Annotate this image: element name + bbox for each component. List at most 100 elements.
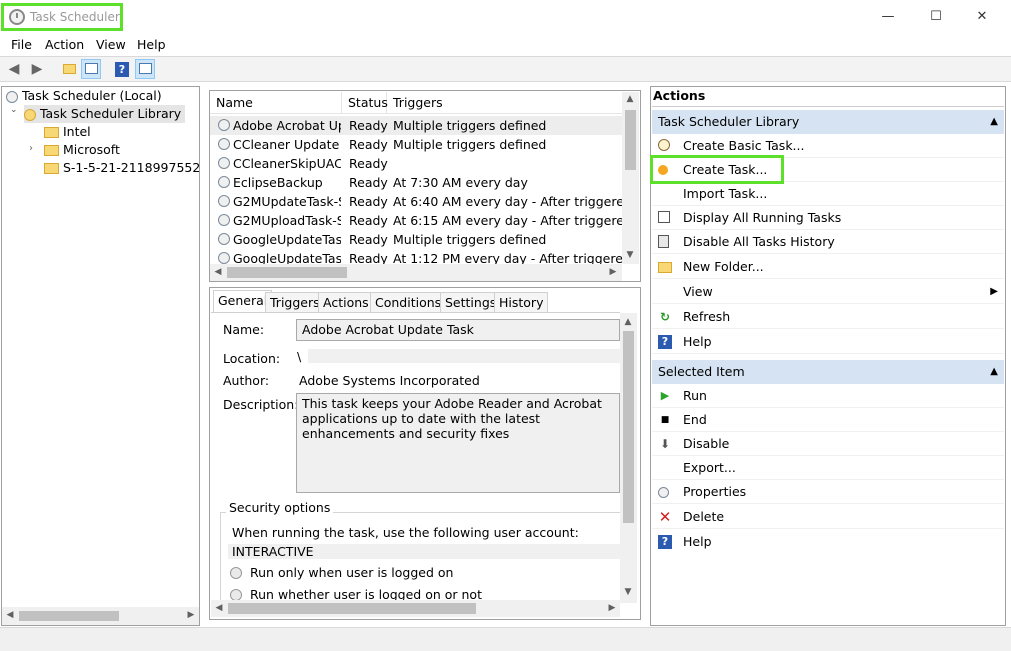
action-view[interactable]: View ▶ (652, 280, 1004, 304)
action-label: Help (683, 334, 712, 349)
scroll-right-icon[interactable]: ▶ (183, 610, 199, 620)
folder-icon (44, 145, 59, 156)
task-clock-icon (218, 233, 230, 245)
radio-logged-on[interactable] (230, 567, 242, 579)
tree-item-intel[interactable]: Intel (44, 123, 91, 141)
tree-item-label: Microsoft (62, 142, 120, 157)
scroll-thumb[interactable] (227, 267, 347, 278)
scroll-up-icon[interactable]: ▲ (620, 317, 636, 327)
details-vscrollbar[interactable]: ▲ ▼ (620, 313, 637, 603)
table-row[interactable]: CCleanerSkipUAC Ready (210, 154, 622, 173)
table-row[interactable]: G2MUpdateTask-S... Ready At 6:40 AM ever… (210, 192, 622, 211)
scroll-right-icon[interactable]: ▶ (604, 603, 620, 613)
task-clock-icon (218, 195, 230, 207)
scroll-right-icon[interactable]: ▶ (605, 267, 621, 277)
task-clock-icon (218, 119, 230, 131)
action-label: End (683, 412, 707, 427)
tree-hscrollbar[interactable]: ◀ ▶ (2, 607, 199, 625)
description-field[interactable]: This task keeps your Adobe Reader and Ac… (296, 393, 620, 493)
action-properties[interactable]: Properties (652, 480, 1004, 504)
back-arrow-icon[interactable]: ◀ (4, 59, 24, 79)
task-name-field[interactable]: Adobe Acrobat Update Task (296, 319, 620, 341)
scroll-left-icon[interactable]: ◀ (210, 267, 226, 277)
col-triggers[interactable]: Triggers (387, 92, 622, 113)
menu-file[interactable]: File (11, 37, 32, 52)
collapse-caret-icon[interactable]: ▲ (990, 360, 998, 384)
chevron-right-icon[interactable]: › (29, 143, 33, 154)
collapse-caret-icon[interactable]: ▲ (990, 110, 998, 134)
action-end[interactable]: ■ End (652, 408, 1004, 432)
tree-item-label: S-1-5-21-2118997552-150 (62, 160, 199, 175)
action-delete[interactable]: ✕ Delete (652, 505, 1004, 529)
show-hide-action-pane-icon[interactable] (135, 59, 155, 79)
action-run[interactable]: ▶ Run (652, 384, 1004, 408)
table-row[interactable]: CCleaner Update Ready Multiple triggers … (210, 135, 622, 154)
action-label: Refresh (683, 309, 731, 324)
section-task-scheduler-library[interactable]: Task Scheduler Library ▲ (652, 110, 1004, 134)
action-label: Export... (683, 460, 736, 475)
tab-general[interactable]: General (213, 290, 273, 313)
action-help-selected[interactable]: ? Help (652, 530, 1004, 554)
col-status[interactable]: Status (342, 92, 388, 113)
table-row[interactable]: Adobe Acrobat Up... Ready Multiple trigg… (210, 116, 622, 135)
section-selected-item[interactable]: Selected Item ▲ (652, 360, 1004, 384)
action-export[interactable]: Export... (652, 456, 1004, 480)
description-label: Description: (223, 397, 299, 412)
action-refresh[interactable]: ↻ Refresh (652, 305, 1004, 329)
tab-history[interactable]: History (494, 292, 549, 312)
tree-item-microsoft[interactable]: Microsoft (44, 141, 120, 159)
task-table-body: Adobe Acrobat Up... Ready Multiple trigg… (210, 116, 622, 264)
scroll-up-icon[interactable]: ▲ (622, 94, 638, 104)
show-hide-console-tree-icon[interactable] (81, 59, 101, 79)
scroll-down-icon[interactable]: ▼ (622, 250, 638, 260)
action-new-folder[interactable]: New Folder... (652, 255, 1004, 279)
task-name: Adobe Acrobat Up... (233, 118, 341, 133)
scroll-left-icon[interactable]: ◀ (2, 610, 18, 620)
clock-icon (6, 90, 18, 103)
task-list-vscrollbar[interactable]: ▲ ▼ (622, 92, 639, 264)
table-row[interactable]: GoogleUpdateTask... Ready At 1:12 PM eve… (210, 249, 622, 264)
tree-root[interactable]: Task Scheduler (Local) (6, 87, 162, 105)
action-import-task[interactable]: Import Task... (652, 182, 1004, 206)
task-clock-icon (218, 252, 230, 264)
chevron-down-icon[interactable]: ⌄ (10, 105, 18, 115)
tree-item-sid[interactable]: S-1-5-21-2118997552-150 (44, 159, 199, 177)
menu-action[interactable]: Action (45, 37, 84, 52)
task-status: Ready (349, 118, 388, 133)
table-row[interactable]: EclipseBackup Ready At 7:30 AM every day (210, 173, 622, 192)
forward-arrow-icon[interactable]: ▶ (27, 59, 47, 79)
scroll-thumb[interactable] (625, 110, 636, 170)
refresh-icon: ↻ (659, 310, 671, 324)
table-row[interactable]: G2MUploadTask-S... Ready At 6:15 AM ever… (210, 211, 622, 230)
tab-triggers[interactable]: Triggers (265, 292, 325, 312)
col-name[interactable]: Name (210, 92, 342, 113)
help-icon: ? (658, 335, 672, 349)
menu-help[interactable]: Help (137, 37, 166, 52)
table-row[interactable]: GoogleUpdateTask... Ready Multiple trigg… (210, 230, 622, 249)
scroll-down-icon[interactable]: ▼ (620, 587, 636, 597)
tab-settings[interactable]: Settings (440, 292, 502, 312)
close-button[interactable]: ✕ (972, 9, 992, 25)
tree-item-library[interactable]: Task Scheduler Library (24, 105, 186, 123)
action-display-running[interactable]: Display All Running Tasks (652, 206, 1004, 230)
actions-divider (652, 106, 1004, 107)
title-highlight-box (1, 3, 123, 31)
task-name: CCleaner Update (233, 137, 340, 152)
help-toolbar-icon[interactable]: ? (112, 59, 132, 79)
task-list-hscrollbar[interactable]: ◀ ▶ (210, 264, 622, 281)
scroll-thumb[interactable] (623, 331, 634, 523)
action-help-library[interactable]: ? Help (652, 330, 1004, 354)
tab-actions[interactable]: Actions (318, 292, 374, 312)
maximize-button[interactable]: ☐ (926, 9, 946, 25)
tab-conditions[interactable]: Conditions (370, 292, 447, 312)
action-disable[interactable]: ⬇ Disable (652, 432, 1004, 456)
scroll-left-icon[interactable]: ◀ (211, 603, 227, 613)
task-name: G2MUploadTask-S... (233, 213, 341, 228)
scroll-thumb[interactable] (19, 611, 119, 621)
scroll-thumb[interactable] (228, 603, 476, 614)
minimize-button[interactable]: — (878, 9, 898, 25)
action-disable-history[interactable]: Disable All Tasks History (652, 230, 1004, 254)
up-folder-icon[interactable] (59, 59, 79, 79)
details-hscrollbar[interactable]: ◀ ▶ (211, 600, 620, 617)
menu-view[interactable]: View (96, 37, 126, 52)
